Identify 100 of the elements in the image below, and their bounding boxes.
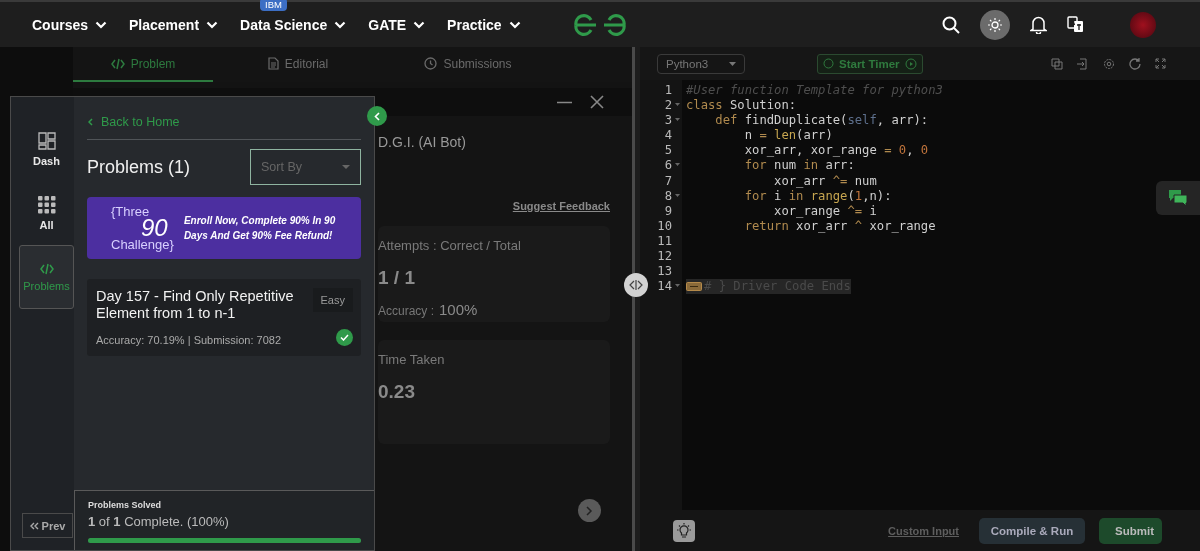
stat-label: Accuracy :	[378, 304, 434, 318]
tab[interactable]: Submissions	[383, 47, 553, 82]
custom-input-link[interactable]: Custom Input	[888, 524, 959, 537]
tab[interactable]: Editorial	[213, 47, 383, 82]
hint-button[interactable]	[673, 519, 695, 542]
caret-icon	[342, 165, 350, 169]
line-number: 4	[664, 128, 672, 144]
compile-run-button[interactable]: Compile & Run	[979, 517, 1085, 544]
sidebar-item[interactable]: All	[19, 181, 74, 245]
back-link[interactable]: Back to Home	[87, 115, 180, 129]
submit-button[interactable]: Submit	[1099, 517, 1162, 544]
line-number: 3	[664, 113, 672, 129]
sidebar-item[interactable]: Problems	[19, 245, 74, 309]
stat-value: 1 / 1	[378, 267, 416, 289]
line-number: 11	[657, 233, 672, 250]
problem-title: Day 157 - Find Only Repetitive Element from 1 to n-1	[96, 288, 295, 322]
language-dropdown[interactable]: Python3	[657, 53, 745, 74]
start-timer-button[interactable]: Start Timer	[817, 53, 923, 74]
nav-menu-item[interactable]: Practice	[447, 16, 521, 33]
code-token: for	[743, 188, 767, 204]
code-token: 0	[919, 143, 929, 159]
fold-caret-icon[interactable]	[675, 163, 680, 168]
document-icon	[267, 57, 279, 70]
settings-icon[interactable]	[1103, 57, 1115, 70]
fold-caret-icon[interactable]	[675, 193, 680, 198]
fullscreen-icon[interactable]	[1155, 57, 1166, 69]
line-number: 13	[657, 264, 672, 280]
code-token: n	[743, 128, 754, 144]
reset-icon[interactable]	[1129, 57, 1141, 70]
nav-menu-item[interactable]: GATE	[368, 16, 426, 33]
minimize-icon[interactable]	[557, 100, 572, 104]
code-token: Solution:	[729, 98, 797, 114]
lightbulb-icon	[676, 522, 692, 539]
code-token: i	[868, 203, 877, 219]
code-token: num	[773, 158, 798, 174]
code-token: for	[743, 158, 767, 174]
search-icon[interactable]	[942, 15, 960, 34]
caret-icon	[729, 61, 736, 66]
banner-logo-text: {Three	[111, 205, 151, 218]
promo-banner[interactable]: {Three 90 Challenge} Enroll Now, Complete 90% In 90 Days And Get 90% Fee Refund!	[87, 197, 361, 259]
panel-title: D.G.I. (AI Bot)	[378, 134, 467, 150]
banner-logo-number: 90	[141, 218, 168, 238]
chat-button[interactable]	[1156, 181, 1200, 215]
code-token: ^=	[832, 173, 848, 189]
progress-label: Problems Solved	[88, 500, 163, 510]
clock-icon	[424, 57, 438, 70]
code-icon	[110, 57, 125, 70]
double-chevron-left-icon	[29, 521, 39, 530]
prev-button[interactable]: Prev	[22, 513, 73, 538]
line-number: 14	[657, 279, 672, 295]
code-token: xor_range	[868, 218, 936, 234]
chevron-down-icon	[206, 20, 219, 29]
theme-toggle[interactable]	[980, 9, 1010, 40]
chevron-down-icon	[413, 20, 426, 29]
sun-icon	[988, 17, 1002, 32]
bell-icon[interactable]	[1030, 15, 1047, 34]
fold-caret-icon[interactable]	[675, 118, 680, 123]
fold-caret-icon[interactable]	[675, 284, 680, 289]
line-number: 6	[664, 158, 672, 174]
nav-menu-item[interactable]: Placement	[129, 16, 219, 33]
nav-menu-item[interactable]: Courses	[32, 16, 108, 33]
copy-icon[interactable]	[1051, 57, 1063, 70]
problem-card[interactable]: Day 157 - Find Only Repetitive Element from 1 to n-1 Easy Accuracy: 70.19% | Submission: 7082	[87, 279, 361, 356]
feedback-link[interactable]: Suggest Feedback	[512, 200, 610, 212]
fold-marker-icon	[686, 282, 702, 292]
banner-logo-text: Challenge}	[111, 238, 174, 251]
export-icon[interactable]	[1077, 57, 1089, 70]
progress-summary: 1 of 1 Complete. (100%)	[88, 514, 230, 529]
code-token: class	[686, 98, 723, 114]
code-token: xor_arr, xor_range	[743, 143, 878, 159]
code-token: ^=	[847, 203, 863, 219]
code-token: =	[759, 128, 767, 144]
sidebar-item[interactable]: Dash	[19, 117, 74, 181]
dashboard-icon	[37, 131, 56, 150]
code-token: range	[809, 188, 848, 204]
line-number: 5	[664, 143, 672, 159]
code-token: xor_arr	[795, 218, 849, 234]
fold-caret-icon[interactable]	[675, 103, 680, 108]
chevron-left-icon	[88, 118, 93, 126]
tab[interactable]: Problem	[73, 47, 213, 82]
translate-icon[interactable]	[1067, 16, 1084, 33]
code-token: #User function Template for python3	[686, 83, 943, 99]
chevron-down-icon	[95, 20, 108, 29]
code-token: findDuplicate(	[743, 113, 848, 129]
code-token: 1	[854, 188, 863, 204]
splitter-bar[interactable]	[632, 47, 640, 551]
code-token: self	[847, 113, 877, 129]
line-number: 12	[657, 249, 672, 265]
code-token: len	[773, 128, 797, 144]
code-token: ^	[854, 218, 863, 234]
line-number: 9	[664, 203, 672, 219]
grid-icon	[37, 195, 56, 214]
chat-icon	[1168, 189, 1188, 207]
code-token: i	[773, 188, 783, 204]
chevron-down-icon	[508, 20, 521, 29]
line-number: 2	[664, 98, 672, 114]
close-icon[interactable]	[590, 95, 604, 109]
clock-icon	[823, 58, 834, 69]
nav-menu-item[interactable]: Data Science	[240, 16, 347, 33]
code-token: 0	[897, 143, 907, 159]
